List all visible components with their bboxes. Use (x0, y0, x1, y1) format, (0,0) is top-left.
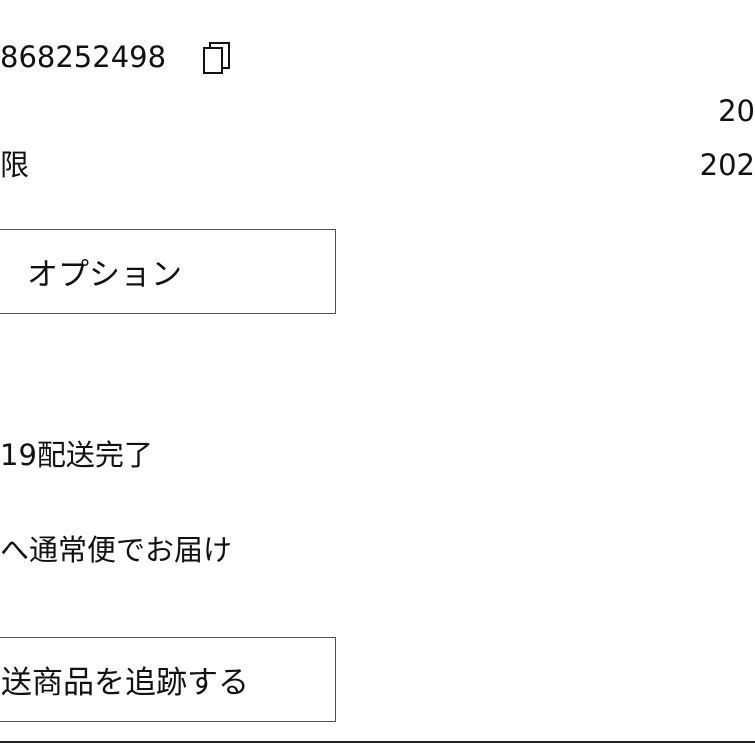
track-package-button-label: 送商品を追跡する (1, 665, 249, 701)
order-number: 868252498 (0, 40, 167, 74)
copy-icon[interactable] (202, 40, 232, 76)
options-button-label: オプション (27, 257, 182, 293)
deadline-date-value: 202 (699, 148, 755, 182)
delivery-method: へ通常便でお届け (0, 533, 233, 567)
bottom-divider (0, 741, 755, 743)
order-detail-page: 868252498 20 限 202 オプション 19配送完了 へ通常便でお届け… (0, 0, 755, 755)
order-date-value: 20 (718, 94, 755, 128)
track-package-button[interactable]: 送商品を追跡する (0, 637, 336, 722)
deadline-label: 限 (0, 148, 30, 182)
delivery-status: 19配送完了 (0, 438, 153, 472)
options-button[interactable]: オプション (0, 229, 336, 314)
